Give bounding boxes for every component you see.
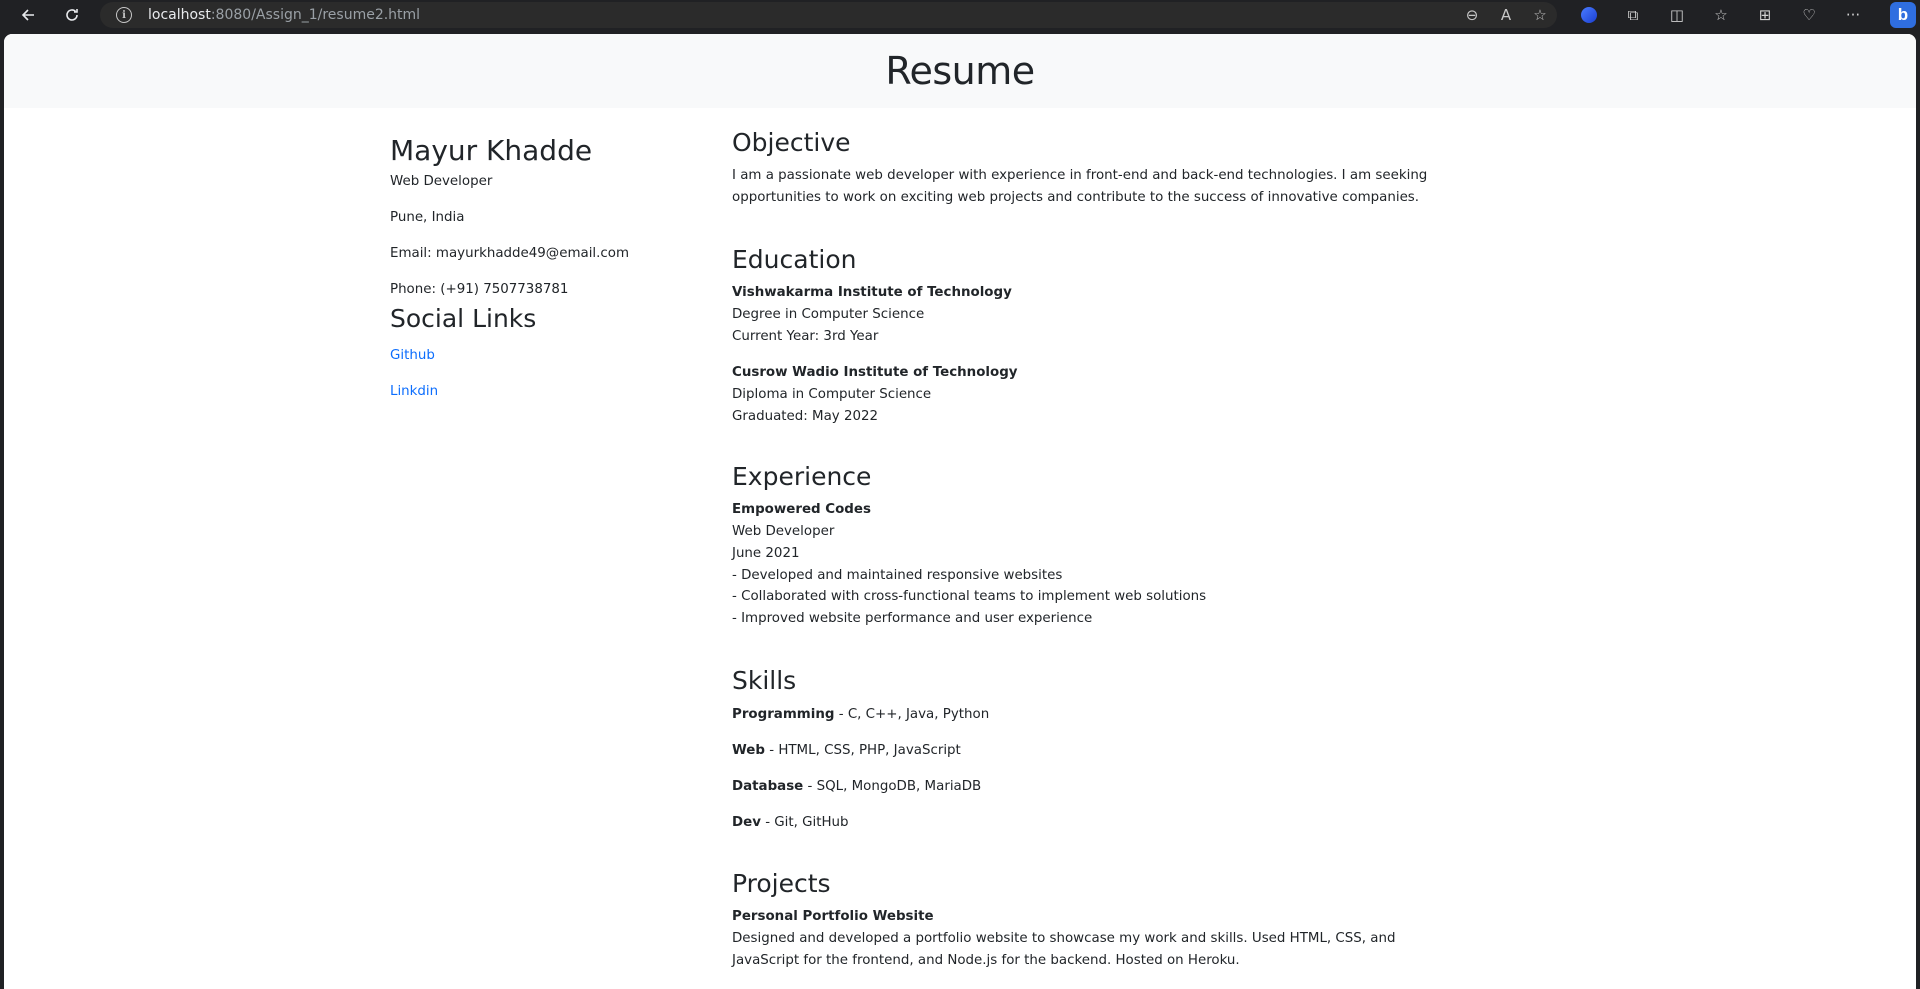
read-aloud-icon[interactable]: A xyxy=(1489,6,1523,24)
education-detail: Graduated: May 2022 xyxy=(732,409,879,424)
project-title: Personal Portfolio Website xyxy=(732,909,934,924)
experience-date: June 2021 xyxy=(732,546,800,561)
experience-point: - Improved website performance and user … xyxy=(732,611,1093,626)
education-school: Vishwakarma Institute of Technology xyxy=(732,285,1012,300)
page-title: Resume xyxy=(885,49,1035,93)
project-description: JavaScript for the frontend, and Node.js… xyxy=(732,953,1240,968)
info-icon[interactable]: i xyxy=(116,7,132,23)
experience-heading: Experience xyxy=(732,462,872,491)
profile-location: Pune, India xyxy=(390,210,465,225)
experience-company: Empowered Codes xyxy=(732,502,871,517)
profile-role: Web Developer xyxy=(390,174,493,189)
back-icon[interactable] xyxy=(13,0,43,30)
experience-point: - Collaborated with cross-functional tea… xyxy=(732,589,1207,604)
favorites-icon[interactable]: ☆ xyxy=(1699,6,1743,24)
education-degree: Degree in Computer Science xyxy=(732,307,925,322)
objective-line: opportunities to work on exciting web pr… xyxy=(732,190,1420,205)
skill-item: Programming - C, C++, Java, Python xyxy=(732,707,990,722)
extensions-icon[interactable]: ⧉ xyxy=(1611,6,1655,24)
github-link[interactable]: Github xyxy=(390,348,435,363)
skills-heading: Skills xyxy=(732,666,797,695)
skill-item: Database - SQL, MongoDB, MariaDB xyxy=(732,779,982,794)
profile-phone: Phone: (+91) 7507738781 xyxy=(390,282,569,297)
browser-toolbar: i localhost:8080/Assign_1/resume2.html ⊖… xyxy=(0,0,1920,30)
more-icon[interactable]: ··· xyxy=(1831,6,1875,24)
experience-role: Web Developer xyxy=(732,524,835,539)
objective-line: I am a passionate web developer with exp… xyxy=(732,168,1428,183)
education-heading: Education xyxy=(732,245,857,274)
skill-item: Web - HTML, CSS, PHP, JavaScript xyxy=(732,743,961,758)
profile-name: Mayur Khadde xyxy=(390,134,593,167)
education-school: Cusrow Wadio Institute of Technology xyxy=(732,365,1018,380)
zoom-out-icon[interactable]: ⊖ xyxy=(1455,6,1489,24)
project-description: Designed and developed a portfolio websi… xyxy=(732,931,1396,946)
page-viewport: Resume Mayur Khadde Web Developer Pune, … xyxy=(4,34,1916,989)
bing-icon[interactable]: b xyxy=(1890,2,1916,28)
skill-item: Dev - Git, GitHub xyxy=(732,815,849,830)
experience-point: - Developed and maintained responsive we… xyxy=(732,568,1063,583)
copilot-icon[interactable] xyxy=(1581,7,1597,23)
social-links-heading: Social Links xyxy=(390,304,537,333)
education-detail: Current Year: 3rd Year xyxy=(732,329,879,344)
education-degree: Diploma in Computer Science xyxy=(732,387,932,402)
address-bar[interactable]: i localhost:8080/Assign_1/resume2.html ⊖… xyxy=(100,2,1557,28)
url-text[interactable]: localhost:8080/Assign_1/resume2.html xyxy=(148,7,420,23)
performance-icon[interactable]: ♡ xyxy=(1787,6,1831,24)
split-screen-icon[interactable]: ◫ xyxy=(1655,6,1699,24)
projects-heading: Projects xyxy=(732,869,831,898)
profile-email: Email: mayurkhadde49@email.com xyxy=(390,246,629,261)
linkedin-link[interactable]: Linkdin xyxy=(390,384,438,399)
collections-icon[interactable]: ⊞ xyxy=(1743,6,1787,24)
reload-icon[interactable] xyxy=(57,0,87,30)
page-header: Resume xyxy=(4,34,1916,108)
favorite-star-icon[interactable]: ☆ xyxy=(1523,6,1557,24)
objective-heading: Objective xyxy=(732,128,851,157)
